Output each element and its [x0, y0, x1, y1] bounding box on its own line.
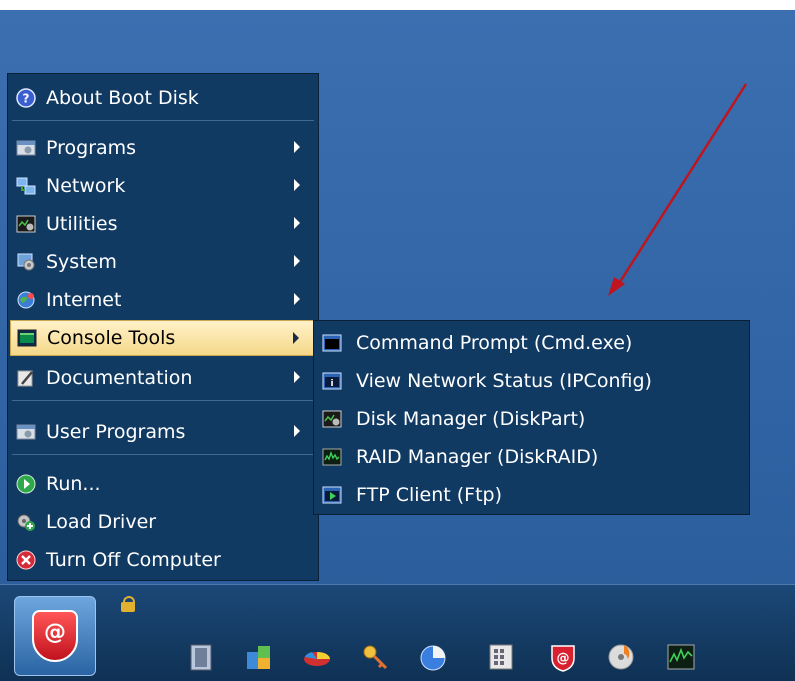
menu-separator — [12, 454, 314, 455]
menu-item-label: Turn Off Computer — [46, 549, 221, 571]
submenu-item-label: FTP Client (Ftp) — [356, 483, 503, 506]
menu-item-console-tools[interactable]: Console Tools — [10, 320, 316, 356]
password-key-icon[interactable] — [360, 642, 390, 672]
raid-manager-icon — [322, 447, 342, 467]
submenu-arrow-icon — [294, 425, 300, 437]
submenu-item-label: Disk Manager (DiskPart) — [356, 407, 586, 430]
menu-item-label: System — [46, 251, 117, 273]
menu-item-label: User Programs — [46, 421, 186, 443]
disk-usage-icon[interactable] — [418, 642, 448, 672]
load-driver-icon — [16, 512, 36, 532]
menu-item-label: Programs — [46, 137, 137, 159]
menu-item-run[interactable]: Run... — [10, 466, 316, 502]
registry-icon[interactable] — [486, 642, 516, 672]
file-manager-icon[interactable] — [186, 642, 216, 672]
console-icon — [17, 328, 37, 348]
cd-burn-icon[interactable] — [606, 642, 636, 672]
menu-item-label: About Boot Disk — [46, 87, 199, 109]
internet-icon — [16, 290, 36, 310]
submenu-arrow-icon — [294, 293, 300, 305]
menu-item-label: Run... — [46, 473, 101, 495]
system-monitor-icon[interactable] — [666, 642, 696, 672]
menu-item-about-boot-disk[interactable]: ? About Boot Disk — [10, 80, 316, 116]
submenu-item-command-prompt[interactable]: Command Prompt (Cmd.exe) — [316, 325, 746, 360]
power-off-icon — [16, 550, 36, 570]
menu-item-documentation[interactable]: Documentation — [10, 360, 316, 396]
utilities-icon — [16, 214, 36, 234]
console-tools-submenu: Command Prompt (Cmd.exe) i View Network … — [313, 320, 750, 515]
top-border — [0, 0, 795, 10]
submenu-arrow-icon — [294, 217, 300, 229]
programs-tray-icon[interactable] — [244, 642, 274, 672]
menu-item-label: Documentation — [46, 367, 193, 389]
programs-icon — [16, 138, 36, 158]
boot-disk-shield-icon[interactable]: @ — [548, 642, 578, 672]
menu-item-label: Utilities — [46, 213, 118, 235]
submenu-arrow-icon — [293, 332, 299, 344]
submenu-item-view-network-status[interactable]: i View Network Status (IPConfig) — [316, 363, 746, 398]
menu-item-system[interactable]: System — [10, 244, 316, 280]
submenu-arrow-icon — [294, 255, 300, 267]
menu-item-user-programs[interactable]: User Programs — [10, 414, 316, 450]
menu-item-internet[interactable]: Internet — [10, 282, 316, 318]
menu-separator — [12, 400, 314, 401]
start-button[interactable]: @ — [14, 596, 96, 676]
submenu-item-label: Command Prompt (Cmd.exe) — [356, 331, 633, 354]
start-logo-text: @ — [44, 620, 66, 645]
help-icon: ? — [16, 88, 36, 108]
submenu-item-raid-manager[interactable]: RAID Manager (DiskRAID) — [316, 439, 746, 474]
network-icon — [16, 176, 36, 196]
menu-separator — [12, 120, 314, 121]
partition-icon[interactable] — [302, 642, 332, 672]
submenu-item-label: RAID Manager (DiskRAID) — [356, 445, 599, 468]
menu-item-network[interactable]: Network — [10, 168, 316, 204]
run-icon — [16, 474, 36, 494]
menu-item-load-driver[interactable]: Load Driver — [10, 504, 316, 540]
system-icon — [16, 252, 36, 272]
menu-item-programs[interactable]: Programs — [10, 130, 316, 166]
svg-text:@: @ — [557, 651, 570, 666]
network-status-icon: i — [322, 371, 342, 391]
menu-item-turn-off-computer[interactable]: Turn Off Computer — [10, 542, 316, 578]
submenu-arrow-icon — [294, 179, 300, 191]
menu-item-label: Internet — [46, 289, 122, 311]
lock-icon[interactable] — [120, 596, 136, 612]
submenu-item-label: View Network Status (IPConfig) — [356, 369, 652, 392]
boot-disk-logo-icon: @ — [32, 610, 78, 662]
menu-item-utilities[interactable]: Utilities — [10, 206, 316, 242]
menu-item-label: Network — [46, 175, 126, 197]
svg-text:i: i — [330, 379, 333, 389]
command-prompt-icon — [322, 333, 342, 353]
start-menu: ? About Boot Disk Programs Network Utili… — [7, 73, 319, 581]
submenu-arrow-icon — [294, 371, 300, 383]
submenu-arrow-icon — [294, 141, 300, 153]
user-programs-icon — [16, 422, 36, 442]
documentation-icon — [16, 368, 36, 388]
submenu-item-ftp-client[interactable]: FTP Client (Ftp) — [316, 477, 746, 512]
menu-item-label: Console Tools — [47, 327, 176, 349]
ftp-client-icon — [322, 485, 342, 505]
svg-text:?: ? — [23, 92, 30, 106]
menu-item-label: Load Driver — [46, 511, 157, 533]
submenu-item-disk-manager[interactable]: Disk Manager (DiskPart) — [316, 401, 746, 436]
disk-manager-icon — [322, 409, 342, 429]
